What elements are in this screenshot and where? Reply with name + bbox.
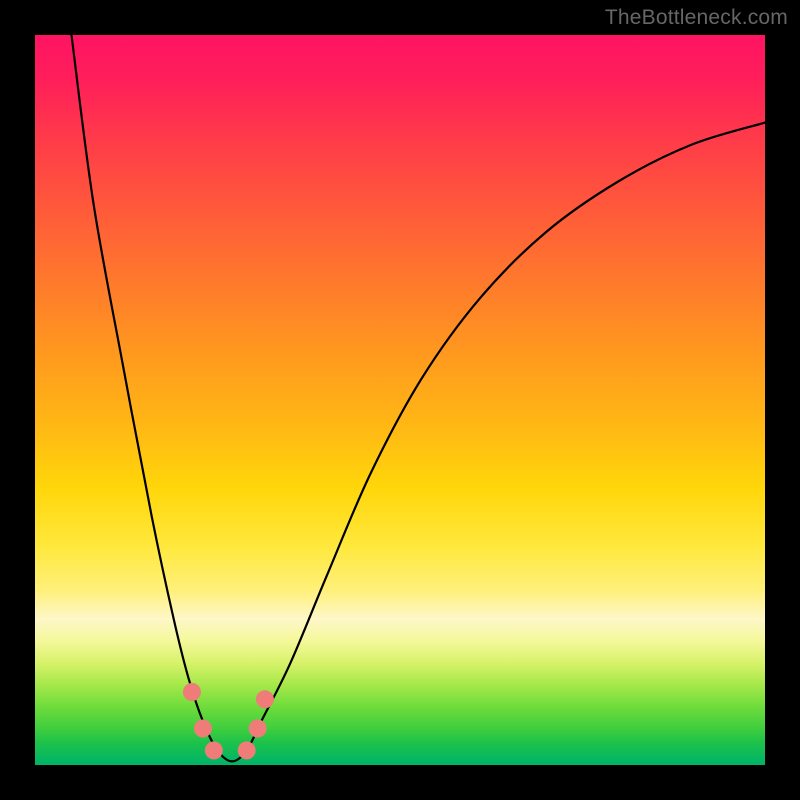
chart-frame: TheBottleneck.com — [0, 0, 800, 800]
data-dot — [256, 690, 274, 708]
bottleneck-curve — [72, 35, 766, 761]
curve-svg — [35, 35, 765, 765]
data-dot — [183, 683, 201, 701]
data-dot — [205, 741, 223, 759]
data-dot — [249, 720, 267, 738]
dots-group — [183, 683, 274, 759]
watermark-text: TheBottleneck.com — [605, 6, 788, 30]
data-dot — [194, 720, 212, 738]
data-dot — [238, 741, 256, 759]
plot-area — [35, 35, 765, 765]
